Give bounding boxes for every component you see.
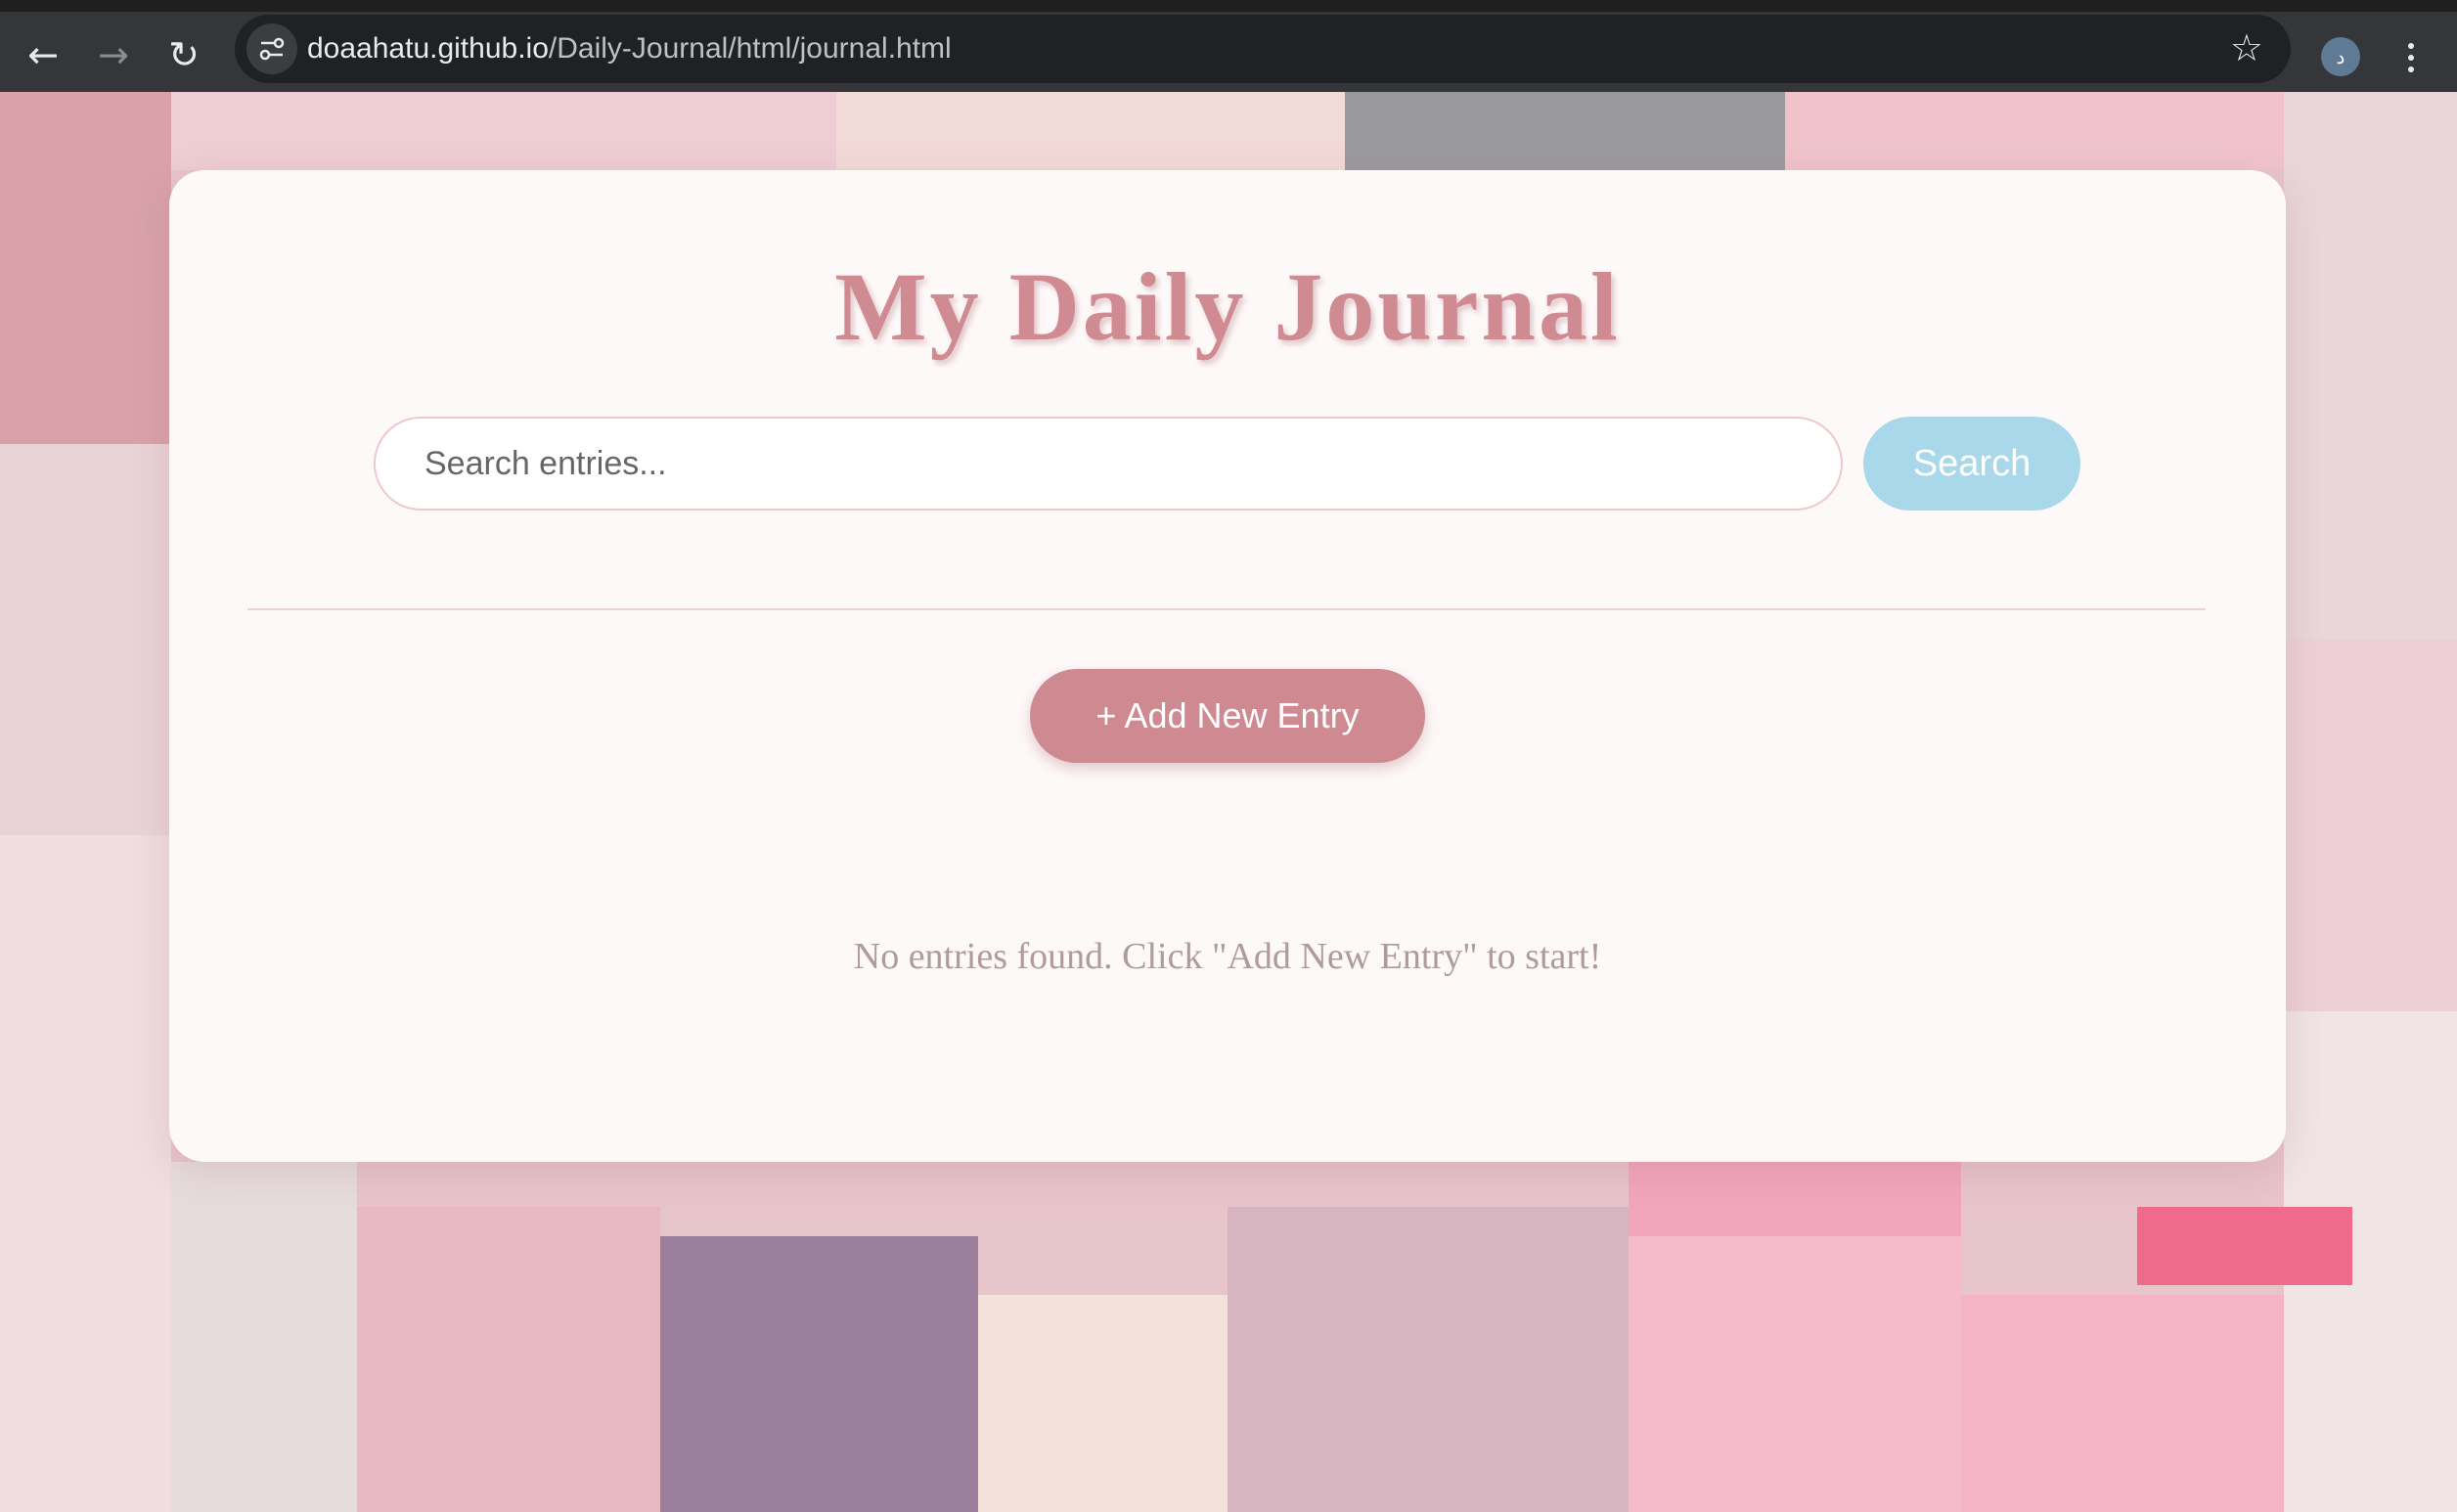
collage-tile bbox=[1961, 1295, 2284, 1512]
reload-icon[interactable]: ↻ bbox=[158, 29, 209, 80]
star-icon[interactable]: ☆ bbox=[2230, 26, 2263, 69]
collage-tile bbox=[171, 92, 836, 170]
collage-tile bbox=[2137, 1207, 2352, 1285]
site-settings-icon[interactable] bbox=[246, 23, 297, 74]
back-arrow-icon[interactable]: ← bbox=[18, 29, 68, 80]
url-host: doaahatu.github.io bbox=[307, 32, 549, 65]
kebab-menu-icon[interactable] bbox=[2396, 33, 2426, 82]
collage-tile bbox=[978, 1295, 1228, 1512]
search-input[interactable] bbox=[374, 417, 1843, 511]
search-button[interactable]: Search bbox=[1863, 417, 2080, 511]
empty-state-message: No entries found. Click "Add New Entry" … bbox=[853, 936, 1602, 977]
collage-tile bbox=[0, 444, 171, 835]
page-background: My Daily Journal Search + Add New Entry … bbox=[0, 92, 2457, 1512]
collage-tile bbox=[1345, 92, 1785, 170]
url-path: /Daily-Journal/html/journal.html bbox=[548, 32, 952, 65]
collage-tile bbox=[2284, 640, 2457, 1011]
collage-tile bbox=[171, 1162, 357, 1512]
collage-tile bbox=[2284, 92, 2457, 640]
page-title: My Daily Journal bbox=[834, 252, 1621, 361]
address-bar[interactable]: doaahatu.github.io/Daily-Journal/html/jo… bbox=[235, 15, 2291, 83]
profile-initial: د bbox=[2336, 46, 2345, 68]
browser-toolbar: ← → ↻ doaahatu.github.io/Daily-Journal/h… bbox=[0, 0, 2457, 92]
forward-arrow-icon[interactable]: → bbox=[88, 29, 139, 80]
collage-tile bbox=[0, 835, 171, 1512]
collage-tile bbox=[836, 92, 1345, 170]
divider bbox=[247, 608, 2206, 610]
collage-tile bbox=[1629, 1236, 1961, 1512]
url-text: doaahatu.github.io/Daily-Journal/html/jo… bbox=[307, 32, 952, 66]
journal-card: My Daily Journal Search + Add New Entry … bbox=[169, 170, 2286, 1162]
collage-tile bbox=[1228, 1207, 1629, 1512]
profile-avatar[interactable]: د bbox=[2321, 37, 2360, 76]
add-entry-button[interactable]: + Add New Entry bbox=[1030, 669, 1425, 763]
collage-tile bbox=[357, 1207, 660, 1512]
collage-tile bbox=[660, 1236, 978, 1512]
collage-tile bbox=[1785, 92, 2284, 170]
